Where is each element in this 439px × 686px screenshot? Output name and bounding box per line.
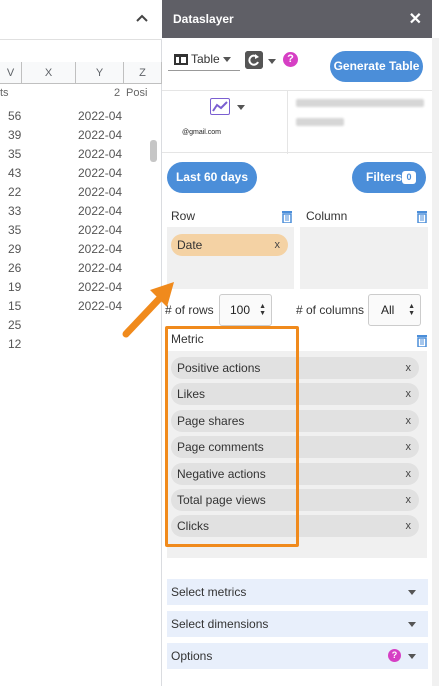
up-down-icon: ▲ ▼	[408, 303, 415, 317]
columns-count-label: # of columns	[296, 303, 365, 317]
generate-table-button[interactable]: Generate Table	[330, 51, 423, 82]
sheet-cell-number[interactable]: 19	[8, 278, 21, 297]
chevron-up-icon[interactable]	[136, 10, 148, 28]
panel-toolbar: Table ? Generate Table	[162, 38, 432, 90]
sheet-cell-date[interactable]: 2022-04	[78, 259, 122, 278]
sheet-cell-number[interactable]: 12	[8, 335, 21, 354]
sheet-toolbar	[0, 0, 162, 40]
sheet-cell-date[interactable]: 2022-04	[78, 240, 122, 259]
remove-icon[interactable]: x	[406, 357, 412, 379]
select-underline	[168, 70, 240, 71]
remove-icon[interactable]: x	[406, 383, 412, 405]
remove-icon[interactable]: x	[275, 234, 281, 256]
sheet-cell-number[interactable]: 22	[8, 183, 21, 202]
column-header-x[interactable]: X	[22, 62, 76, 84]
sheet-cell-number[interactable]: 25	[8, 316, 21, 335]
chevron-down-icon	[408, 654, 416, 659]
sheet-cell-date[interactable]: 2022-04	[78, 297, 122, 316]
refresh-icon[interactable]	[245, 51, 263, 69]
sheet-cell-date[interactable]: 2022-04	[78, 107, 122, 126]
close-icon[interactable]: ✕	[409, 9, 422, 29]
rows-count-label: # of rows	[165, 303, 214, 317]
sheet-cell-number[interactable]: 56	[8, 107, 21, 126]
table-icon	[174, 53, 188, 65]
row-dropzone[interactable]: Date x	[167, 227, 294, 289]
row-section-label: Row	[171, 209, 196, 223]
sheet-cell-date[interactable]: 2022-04	[78, 145, 122, 164]
chevron-down-icon	[408, 590, 416, 595]
account-divider	[287, 91, 288, 154]
column-header-z[interactable]: Z	[124, 62, 162, 84]
panel-scrollbar[interactable]	[432, 38, 439, 686]
remove-icon[interactable]: x	[406, 436, 412, 458]
column-header-y[interactable]: Y	[76, 62, 124, 84]
sheet-cell-date[interactable]: 2022-04	[78, 202, 122, 221]
sheet-cell-number[interactable]: 15	[8, 297, 21, 316]
metric-highlight-frame	[165, 326, 299, 547]
account-selector: @gmail.com	[162, 90, 432, 154]
blurred-account-name[interactable]	[296, 99, 424, 107]
row-dimension-label: Date	[177, 238, 203, 252]
header-cell-count: 2	[114, 87, 121, 99]
remove-icon[interactable]: x	[406, 410, 412, 432]
column-section-label: Column	[306, 209, 348, 223]
sheet-scrollbar-thumb[interactable]	[150, 140, 157, 162]
chevron-down-icon	[222, 56, 231, 62]
select-dimensions-dropdown[interactable]: Select dimensions	[167, 611, 428, 637]
options-dropdown[interactable]: Options ?	[167, 643, 428, 669]
remove-icon[interactable]: x	[406, 463, 412, 485]
sheet-header-row: ts 2 Posi	[0, 84, 162, 104]
sheet-cell-date[interactable]: 2022-04	[78, 126, 122, 145]
chevron-down-icon	[408, 622, 416, 627]
blurred-account-sub	[296, 118, 344, 126]
select-metrics-label: Select metrics	[171, 585, 247, 599]
panel-header: Dataslayer ✕	[162, 0, 432, 38]
remove-icon[interactable]: x	[406, 489, 412, 511]
column-dropzone[interactable]	[300, 227, 428, 289]
sheet-cell-date[interactable]: 2022-04	[78, 164, 122, 183]
spreadsheet-area: V X Y Z ts 2 Posi 56 39 35 43 22 33 35 29 26 19 15…	[0, 0, 162, 686]
table-type-select[interactable]: Table	[168, 52, 240, 71]
sheet-cell-date[interactable]: 2022-04	[78, 221, 122, 240]
line-chart-icon[interactable]	[210, 98, 230, 115]
sheet-cell-date[interactable]: 2022-04	[78, 183, 122, 202]
sheet-cell-number[interactable]: 35	[8, 221, 21, 240]
trash-icon[interactable]	[416, 334, 428, 348]
screen: V X Y Z ts 2 Posi 56 39 35 43 22 33 35 29 26 19 15…	[0, 0, 439, 686]
header-cell-positive: Posi	[126, 87, 148, 99]
columns-count-value: All	[381, 303, 395, 317]
help-icon[interactable]: ?	[388, 649, 401, 662]
sheet-cell-number[interactable]: 43	[8, 164, 21, 183]
columns-count-select[interactable]: All ▲ ▼	[368, 294, 421, 326]
account-chevron-icon[interactable]	[237, 105, 245, 110]
sheet-cell-number[interactable]: 35	[8, 145, 21, 164]
filters-button[interactable]: Filters 0	[352, 162, 426, 193]
rows-count-value: 100	[230, 303, 251, 317]
rows-count-select[interactable]: 100 ▲ ▼	[219, 294, 272, 326]
panel-title: Dataslayer	[173, 12, 234, 26]
table-type-label: Table	[191, 52, 220, 66]
filters-label: Filters	[366, 170, 403, 184]
column-header-v[interactable]: V	[0, 62, 22, 84]
up-down-icon: ▲ ▼	[259, 303, 266, 317]
date-range-button[interactable]: Last 60 days	[167, 162, 257, 193]
sheet-cell-number[interactable]: 33	[8, 202, 21, 221]
sheet-cell-number[interactable]: 26	[8, 259, 21, 278]
help-icon[interactable]: ?	[283, 52, 298, 67]
sheet-cell-date[interactable]: 2022-04	[78, 278, 122, 297]
sheet-cell-number[interactable]: 29	[8, 240, 21, 259]
trash-icon[interactable]	[281, 210, 293, 224]
account-email: @gmail.com	[182, 129, 222, 136]
header-cell-text: ts	[0, 87, 9, 99]
refresh-menu-chevron-icon[interactable]	[268, 59, 276, 64]
trash-icon[interactable]	[416, 210, 428, 224]
remove-icon[interactable]: x	[406, 515, 412, 537]
select-metrics-dropdown[interactable]: Select metrics	[167, 579, 428, 605]
sheet-cell-number[interactable]: 39	[8, 126, 21, 145]
row-dimension-pill[interactable]: Date x	[171, 234, 288, 256]
select-dimensions-label: Select dimensions	[171, 617, 269, 631]
options-label: Options	[171, 649, 213, 663]
filters-count-badge: 0	[402, 171, 416, 184]
